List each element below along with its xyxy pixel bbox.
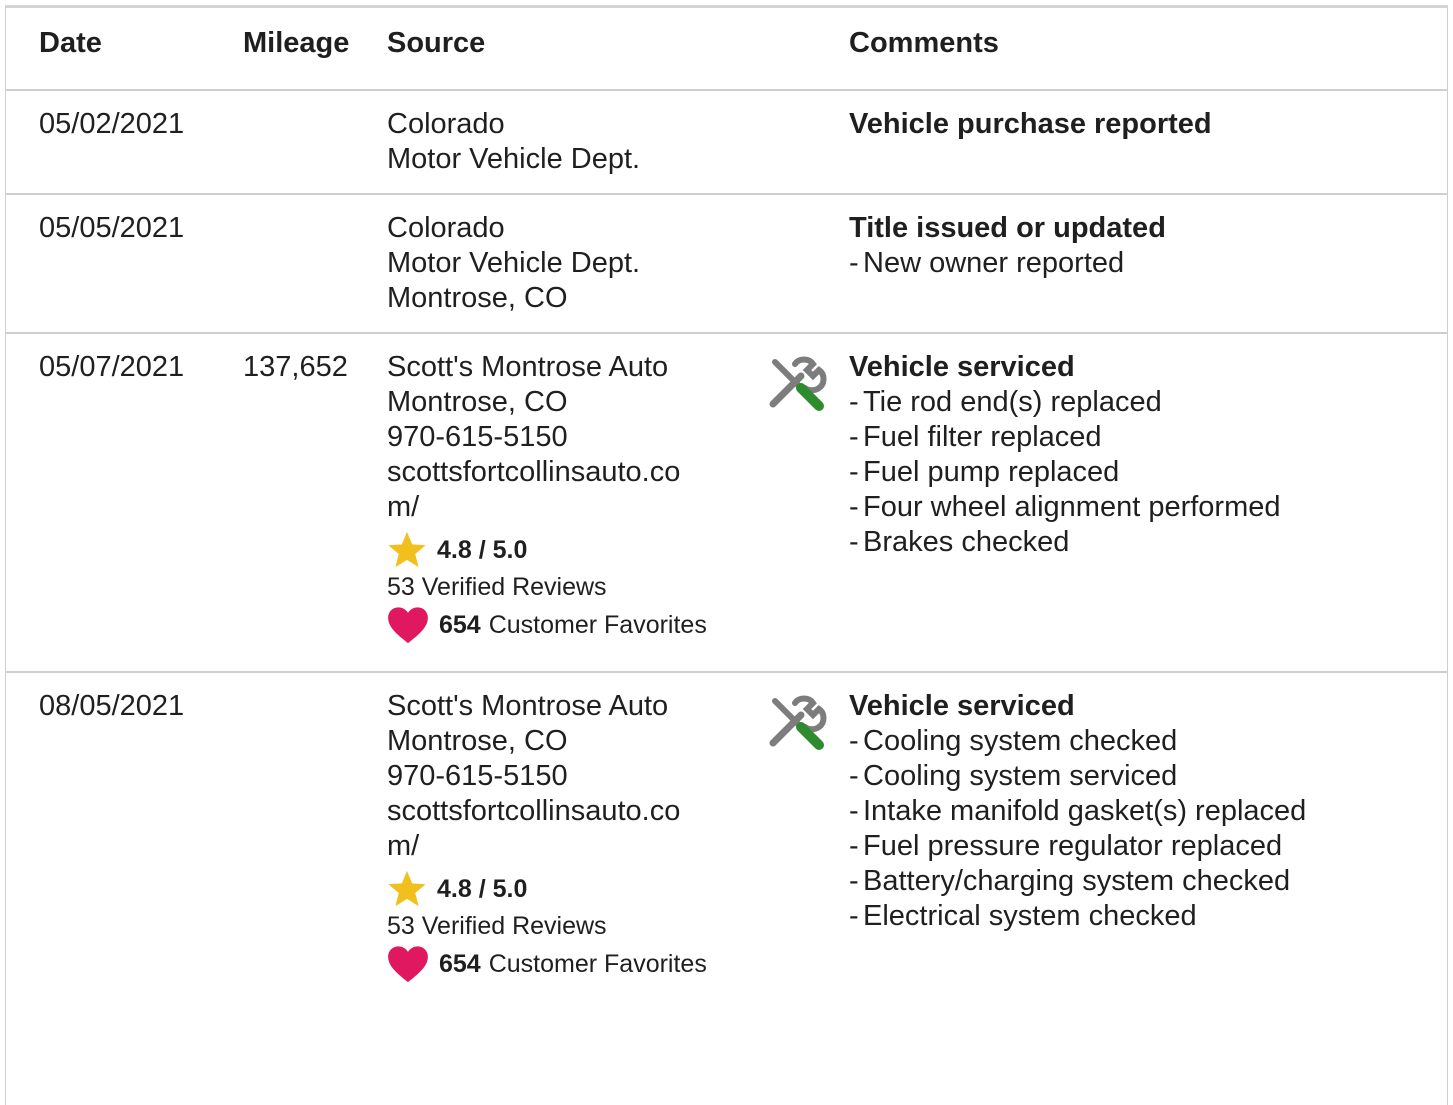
source-line: Motor Vehicle Dept. — [387, 247, 641, 279]
source-line: Montrose, CO — [387, 386, 568, 418]
row-date: 05/02/2021 — [39, 108, 185, 140]
reviews-count[interactable]: 53 Verified Reviews — [387, 569, 747, 605]
star-icon — [388, 870, 426, 907]
row-comments: Title issued or updated - New owner repor… — [849, 211, 1166, 281]
comment-item: - Cooling system checked — [849, 725, 1178, 757]
row-date: 08/05/2021 — [39, 690, 185, 722]
row-comments: Vehicle purchase reported — [849, 107, 1212, 142]
favorites-count: 654 — [439, 611, 481, 639]
comment-item: - Brakes checked — [849, 526, 1070, 558]
row-comments: Vehicle serviced - Cooling system checked… — [849, 689, 1306, 934]
comment-item: - Cooling system serviced — [849, 760, 1178, 792]
source-name: Colorado — [387, 212, 505, 244]
favorites-label: Customer Favorites — [488, 611, 707, 639]
customer-favorites: 654 Customer Favorites — [387, 605, 747, 645]
table-row: 05/02/2021 Colorado Motor Vehicle Dept. … — [6, 91, 1447, 195]
source-phone: 970-615-5150 — [387, 760, 568, 792]
table-row: 05/07/2021 137,652 Scott's Montrose Auto… — [6, 334, 1447, 673]
source-name: Scott's Montrose Auto — [387, 351, 669, 383]
row-date: 05/07/2021 — [39, 351, 185, 383]
source-website-link-cont[interactable]: m/ — [387, 829, 747, 864]
source-line: Montrose, CO — [387, 725, 568, 757]
rating-value: 4.8 / 5.0 — [437, 874, 528, 903]
source-website-link[interactable]: scottsfortcollinsauto.co — [387, 455, 747, 490]
header-comments: Comments — [849, 27, 999, 59]
header-mileage: Mileage — [243, 27, 350, 59]
service-tools-icon — [769, 356, 827, 421]
reviews-count[interactable]: 53 Verified Reviews — [387, 908, 747, 944]
source-line: Montrose, CO — [387, 282, 568, 314]
heart-icon — [388, 607, 428, 644]
comment-title: Vehicle serviced — [849, 690, 1075, 722]
source-phone: 970-615-5150 — [387, 421, 568, 453]
comment-item: - Battery/charging system checked — [849, 865, 1291, 897]
star-icon — [388, 531, 426, 568]
row-source: Colorado Motor Vehicle Dept. — [387, 107, 747, 177]
comment-item: - Tie rod end(s) replaced — [849, 386, 1162, 418]
table-row: 08/05/2021 Scott's Montrose Auto Montros… — [6, 673, 1447, 1013]
row-source: Scott's Montrose Auto Montrose, CO 970-6… — [387, 689, 747, 984]
favorites-count: 654 — [439, 950, 481, 978]
rating-value: 4.8 / 5.0 — [437, 535, 528, 564]
rating: 4.8 / 5.0 — [387, 870, 747, 908]
rating: 4.8 / 5.0 — [387, 531, 747, 569]
row-mileage: 137,652 — [243, 351, 348, 383]
favorites-label: Customer Favorites — [488, 950, 707, 978]
row-comments: Vehicle serviced - Tie rod end(s) replace… — [849, 350, 1280, 560]
comment-title: Vehicle serviced — [849, 351, 1075, 383]
source-name: Scott's Montrose Auto — [387, 690, 669, 722]
customer-favorites: 654 Customer Favorites — [387, 944, 747, 984]
comment-item: - Electrical system checked — [849, 900, 1197, 932]
source-website-link-cont[interactable]: m/ — [387, 490, 747, 525]
comment-title: Vehicle purchase reported — [849, 108, 1212, 140]
source-website-link[interactable]: scottsfortcollinsauto.co — [387, 794, 747, 829]
table-header-row: Date Mileage Source Comments — [6, 8, 1447, 91]
table-row: 05/05/2021 Colorado Motor Vehicle Dept. … — [6, 195, 1447, 334]
service-tools-icon — [769, 695, 827, 760]
comment-item: - Fuel pump replaced — [849, 456, 1120, 488]
comment-item: - Intake manifold gasket(s) replaced — [849, 795, 1307, 827]
source-name: Colorado — [387, 108, 505, 140]
vehicle-history-table: Date Mileage Source Comments 05/02/2021 … — [5, 5, 1448, 1105]
comment-item: - Four wheel alignment performed — [849, 491, 1281, 523]
comment-title: Title issued or updated — [849, 212, 1166, 244]
header-date: Date — [39, 27, 102, 59]
heart-icon — [388, 946, 428, 983]
row-date: 05/05/2021 — [39, 212, 185, 244]
comment-item: - Fuel pressure regulator replaced — [849, 830, 1283, 862]
source-line: Motor Vehicle Dept. — [387, 143, 641, 175]
header-source: Source — [387, 27, 486, 59]
row-source: Colorado Motor Vehicle Dept. Montrose, C… — [387, 211, 747, 316]
comment-item: - New owner reported — [849, 247, 1125, 279]
row-source: Scott's Montrose Auto Montrose, CO 970-6… — [387, 350, 747, 645]
comment-item: - Fuel filter replaced — [849, 421, 1102, 453]
